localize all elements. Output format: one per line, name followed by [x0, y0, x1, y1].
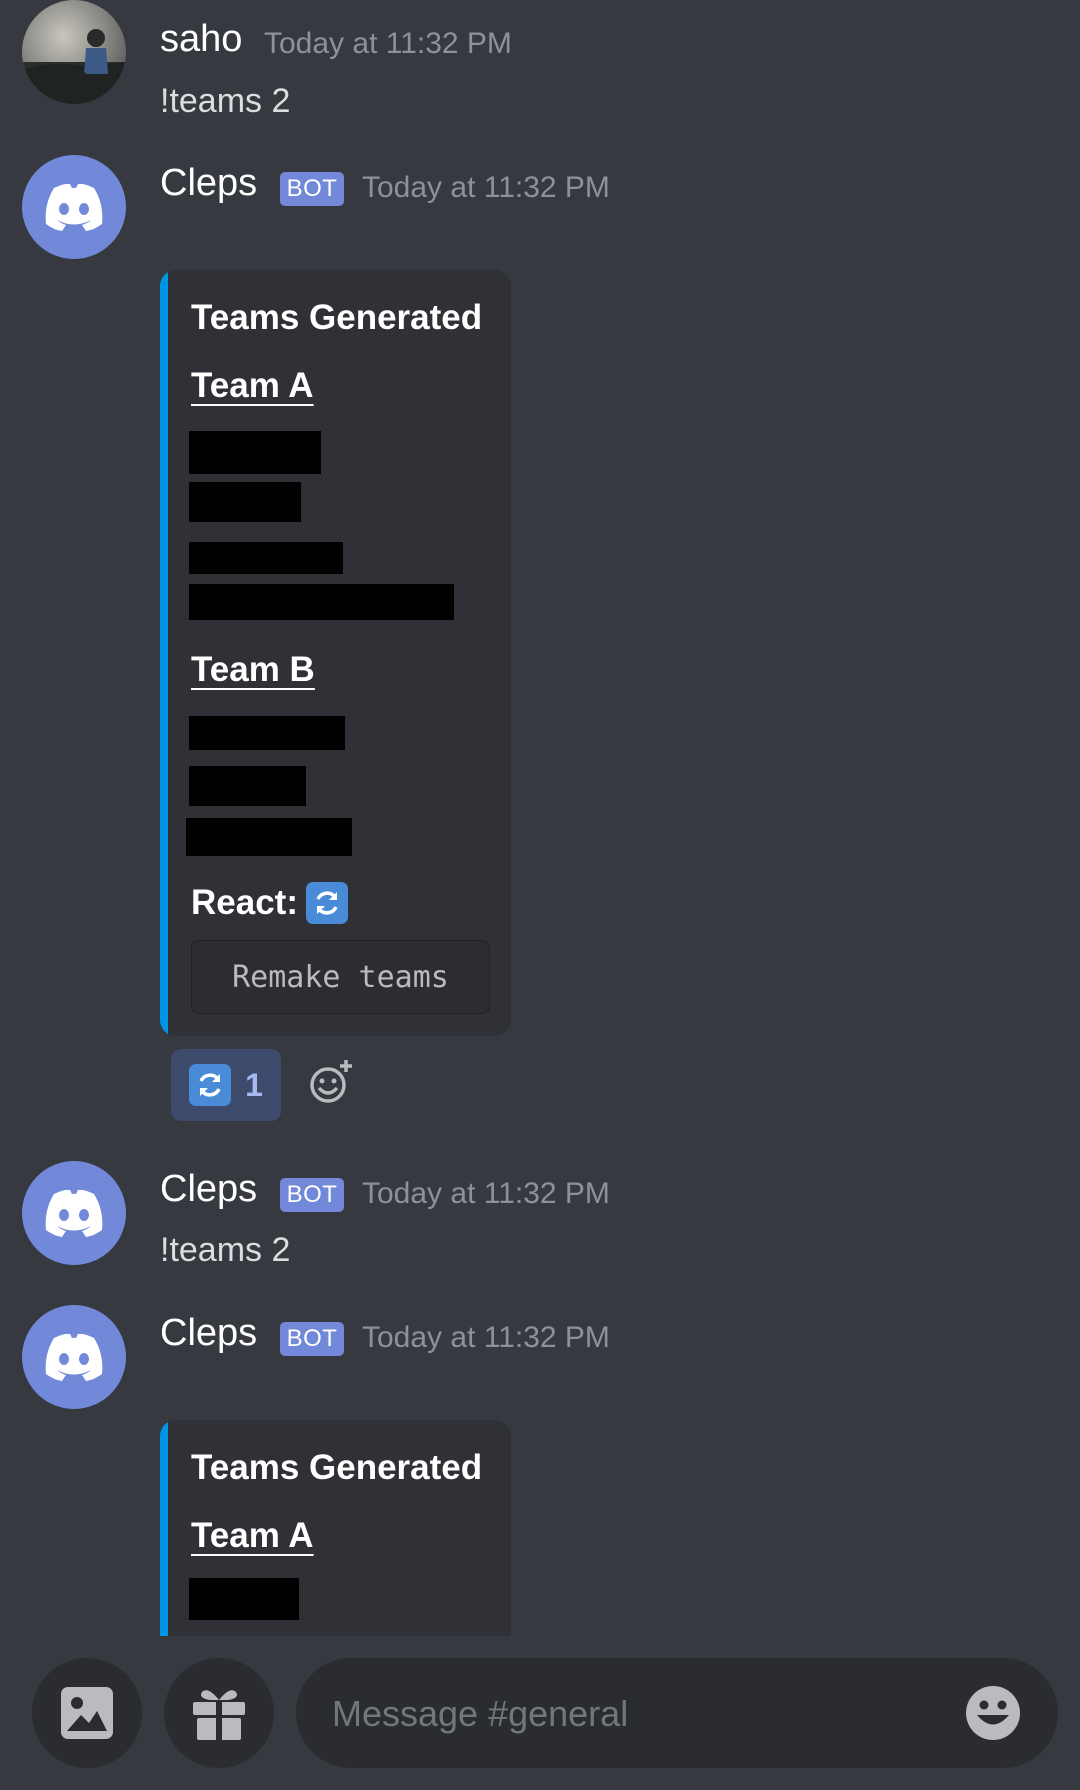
bot-badge: BOT [280, 1322, 344, 1356]
bot-badge: BOT [280, 1178, 344, 1212]
bot-badge: BOT [280, 172, 344, 206]
redacted-player [189, 431, 321, 474]
teams-embed: Teams Generated Team A [160, 1420, 511, 1670]
embed-title: Teams Generated [191, 1448, 483, 1487]
image-icon [61, 1687, 113, 1739]
arrows-counterclockwise-icon [305, 882, 348, 924]
message-username[interactable]: saho [160, 18, 242, 61]
user-avatar-photo [22, 29, 126, 104]
message-timestamp: Today at 11:32 PM [362, 171, 610, 204]
redacted-player [189, 542, 343, 574]
arrows-counterclockwise-icon [189, 1064, 232, 1106]
redacted-player [189, 766, 306, 806]
react-instruction: React: [191, 882, 348, 924]
message-text: !teams 2 [160, 1231, 291, 1269]
add-reaction-icon[interactable] [306, 1058, 356, 1108]
redacted-player [186, 818, 352, 856]
embed-accent-bar [160, 270, 168, 1036]
remake-teams-code: Remake teams [191, 940, 490, 1014]
message-timestamp: Today at 11:32 PM [362, 1177, 610, 1210]
team-b-heading: Team B [191, 650, 315, 689]
message-username[interactable]: Cleps [160, 1312, 257, 1355]
discord-icon [45, 1333, 103, 1381]
message-input-wrapper[interactable] [296, 1658, 1058, 1770]
bot-avatar[interactable] [22, 1161, 126, 1265]
embed-accent-bar [160, 1420, 168, 1670]
discord-icon [45, 183, 103, 231]
bot-avatar[interactable] [22, 155, 126, 259]
redacted-player [189, 482, 301, 522]
message-timestamp: Today at 11:32 PM [362, 1321, 610, 1354]
emoji-icon[interactable] [964, 1684, 1022, 1742]
teams-embed: Teams Generated Team A Team B React: Rem… [160, 270, 511, 1036]
redacted-player [189, 1578, 299, 1620]
message-timestamp: Today at 11:32 PM [264, 27, 512, 60]
team-a-heading: Team A [191, 1516, 314, 1555]
embed-title: Teams Generated [191, 298, 483, 337]
discord-icon [45, 1189, 103, 1237]
message-username[interactable]: Cleps [160, 1168, 257, 1211]
user-avatar[interactable] [22, 0, 126, 104]
gift-icon [193, 1690, 245, 1740]
bot-avatar[interactable] [22, 1305, 126, 1409]
redacted-player [189, 716, 345, 750]
team-a-heading: Team A [191, 366, 314, 405]
redacted-player [189, 584, 454, 620]
reaction-count: 1 [245, 1066, 263, 1103]
message-username[interactable]: Cleps [160, 162, 257, 205]
message-input[interactable] [330, 1658, 934, 1770]
reaction-button[interactable]: 1 [171, 1049, 281, 1121]
message-text: !teams 2 [160, 82, 291, 120]
gift-button[interactable] [164, 1658, 274, 1768]
attach-image-button[interactable] [32, 1658, 142, 1768]
react-label: React: [191, 883, 298, 922]
